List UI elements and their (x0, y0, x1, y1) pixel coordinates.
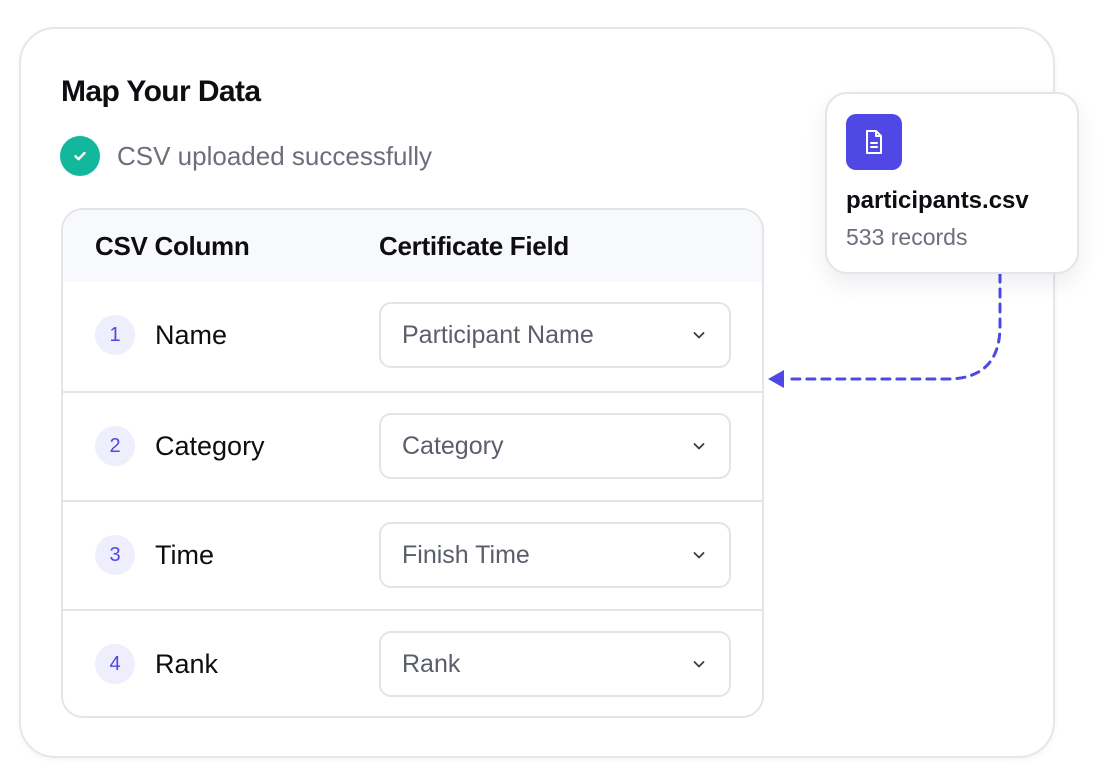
field-select[interactable]: Finish Time (379, 522, 731, 588)
chevron-down-icon (693, 552, 705, 559)
row-number-badge: 3 (95, 535, 135, 575)
table-row: 2 Category Category (63, 391, 762, 500)
table-row: 3 Time Finish Time (63, 500, 762, 609)
csv-column-name: Rank (155, 649, 219, 679)
status-message: CSV uploaded successfully (117, 141, 433, 171)
csv-column-name: Category (155, 431, 265, 461)
record-count: 533 records (846, 224, 968, 250)
field-select[interactable]: Rank (379, 631, 731, 697)
table-row: 4 Rank Rank (63, 609, 762, 716)
upload-status: CSV uploaded successfully (60, 136, 432, 176)
page-title: Map Your Data (61, 75, 261, 108)
mapping-table: CSV Column Certificate Field 1 Name Part… (61, 208, 764, 718)
field-select-value: Participant Name (402, 321, 594, 349)
chevron-down-icon (693, 661, 705, 668)
column-header-csv: CSV Column (95, 231, 250, 261)
document-icon (846, 114, 902, 170)
field-select[interactable]: Category (379, 413, 731, 479)
field-select-value: Finish Time (402, 541, 530, 569)
row-number-badge: 4 (95, 644, 135, 684)
csv-column-name: Time (155, 540, 214, 570)
column-header-certificate-field: Certificate Field (379, 231, 569, 261)
csv-column-name: Name (155, 320, 228, 350)
table-row: 1 Name Participant Name (63, 282, 762, 391)
field-select-value: Category (402, 432, 504, 460)
chevron-down-icon (693, 332, 705, 339)
uploaded-file-card: participants.csv 533 records (825, 92, 1079, 274)
field-select-value: Rank (402, 650, 461, 678)
field-select[interactable]: Participant Name (379, 302, 731, 368)
chevron-down-icon (693, 443, 705, 450)
check-circle-icon (60, 136, 100, 176)
app-canvas: Map Your Data CSV uploaded successfully … (0, 0, 1109, 781)
row-number-badge: 1 (95, 315, 135, 355)
file-name: participants.csv (846, 187, 1029, 214)
row-number-badge: 2 (95, 426, 135, 466)
table-header: CSV Column Certificate Field (63, 210, 762, 282)
